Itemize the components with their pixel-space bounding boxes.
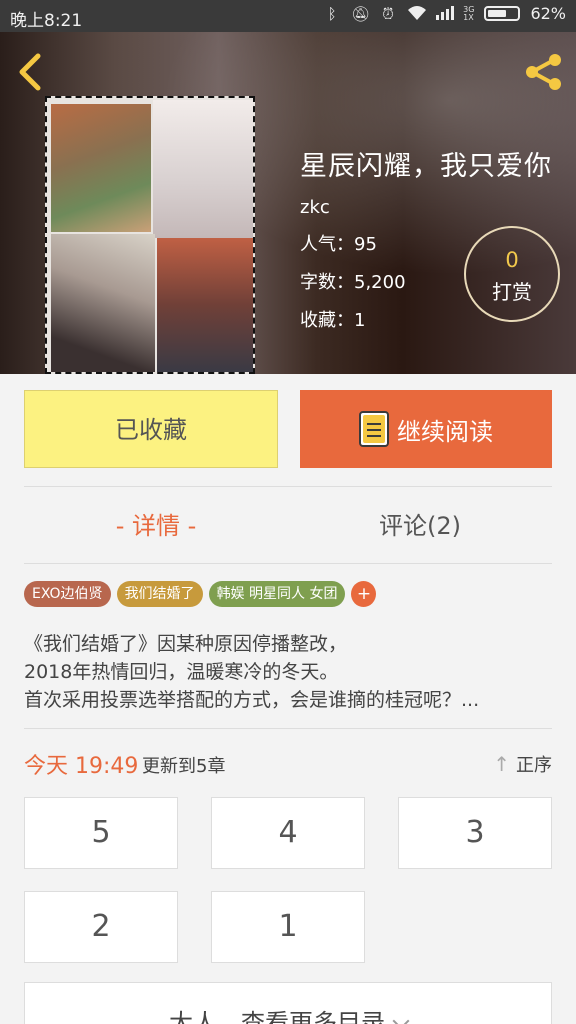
status-time: 晚上8:21 (10, 11, 83, 31)
collected-button[interactable]: 已收藏 (24, 390, 278, 468)
chevron-left-icon (19, 53, 41, 91)
book-cover[interactable] (45, 96, 255, 374)
bluetooth-icon: ᛒ (327, 4, 337, 23)
signal-icon (435, 5, 455, 23)
arrow-up-icon: ↑ (493, 752, 510, 776)
sort-order-button[interactable]: ↑ 正序 (493, 751, 552, 777)
tip-label: 打赏 (492, 280, 532, 304)
update-time: 今天 19:49 (24, 754, 139, 779)
chapter-button[interactable]: 5 (24, 797, 178, 869)
more-chapters-button[interactable]: 大人，查看更多目录 (24, 982, 552, 1024)
wifi-icon (407, 5, 427, 23)
mute-bell-icon: 🔕︎ (351, 4, 371, 23)
battery-icon (484, 6, 521, 21)
book-title: 星辰闪耀，我只爱你 (300, 151, 552, 182)
share-button[interactable] (522, 52, 566, 92)
book-icon (359, 411, 389, 447)
chapter-button[interactable]: 2 (24, 891, 178, 963)
book-header: 星辰闪耀，我只爱你 zkc 人气：95 字数：5,200 收藏：1 0 打赏 (0, 32, 576, 374)
update-info: 更新到5章 (142, 756, 226, 777)
book-author[interactable]: zkc (300, 197, 552, 218)
divider (24, 728, 552, 729)
divider (24, 486, 552, 487)
chapter-button[interactable]: 4 (211, 797, 365, 869)
cover-photo (157, 238, 253, 372)
tag[interactable]: EXO边伯贤 (24, 581, 111, 607)
share-icon (526, 54, 561, 90)
chapter-button[interactable]: 3 (398, 797, 552, 869)
cover-photo (51, 234, 155, 372)
book-description[interactable]: 《我们结婚了》因某种原因停播整改， 2018年热情回归，温暖寒冷的冬天。 首次采… (24, 630, 554, 714)
add-tag-button[interactable]: + (351, 581, 377, 607)
alarm-icon: ⏰︎ (382, 4, 394, 23)
tip-count: 0 (505, 248, 519, 272)
battery-fill (488, 10, 506, 17)
battery-percent: 62% (530, 4, 566, 23)
cover-photo (153, 100, 253, 238)
sort-order-label: 正序 (516, 755, 552, 776)
tab-comments[interactable]: 评论(2) (320, 506, 520, 541)
status-icons: ᛒ 🔕︎ ⏰︎ 3G 1X 62% (323, 4, 566, 23)
tag[interactable]: 我们结婚了 (116, 581, 203, 607)
description-line: 首次采用投票选举搭配的方式，会是谁摘的桂冠呢？... (24, 689, 480, 711)
divider (24, 563, 552, 564)
chevron-down-icon (392, 1012, 410, 1024)
chapter-button[interactable]: 1 (211, 891, 365, 963)
tag-list: EXO边伯贤 我们结婚了 韩娱 明星同人 女团 + (24, 581, 377, 607)
status-bar: 晚上8:21 ᛒ 🔕︎ ⏰︎ 3G 1X 62% (0, 0, 576, 32)
back-button[interactable] (14, 52, 48, 92)
description-line: 2018年热情回归，温暖寒冷的冬天。 (24, 661, 339, 683)
cover-photo (51, 104, 151, 232)
network-type: 3G 1X (463, 4, 475, 22)
tag[interactable]: 韩娱 明星同人 女团 (208, 581, 346, 607)
more-chapters-label: 大人，查看更多目录 (169, 1009, 385, 1024)
continue-reading-button[interactable]: 继续阅读 (300, 390, 552, 468)
continue-reading-label: 继续阅读 (397, 417, 493, 446)
tab-details[interactable]: - 详情 - (56, 506, 256, 541)
description-line: 《我们结婚了》因某种原因停播整改， (24, 633, 348, 655)
tip-button[interactable]: 0 打赏 (464, 226, 560, 322)
